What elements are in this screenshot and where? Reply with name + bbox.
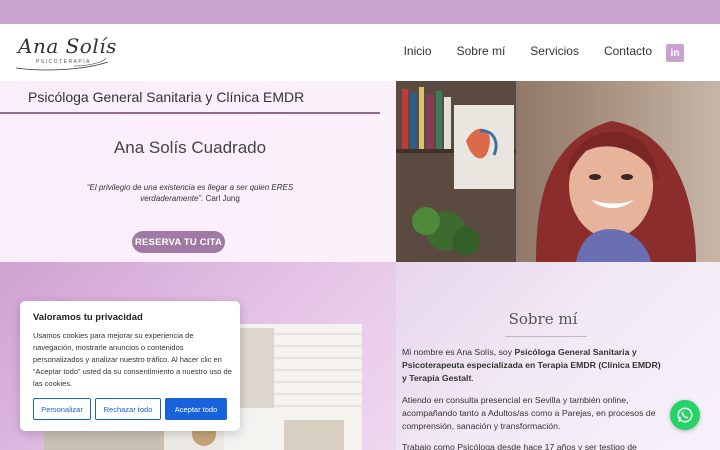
hero-quote: “El privilegio de una existencia es lleg… (60, 182, 320, 204)
about-title: Sobre mí (508, 310, 578, 328)
cookie-text: Usamos cookies para mejorar su experienc… (33, 331, 232, 388)
linkedin-icon[interactable]: in (666, 44, 684, 62)
quote-author: Carl Jung (203, 194, 240, 203)
cookie-consent-banner: Valoramos tu privacidad Usamos cookies p… (20, 301, 240, 431)
cookie-title: Valoramos tu privacidad (33, 312, 143, 323)
customize-button[interactable]: Personalizar (33, 398, 91, 420)
about-p1-end: . (471, 373, 474, 383)
reject-all-button[interactable]: Rechazar todo (95, 398, 161, 420)
portrait-illustration (396, 81, 720, 262)
about-paragraph-2: Atiendo en consulta presencial en Sevill… (402, 395, 656, 431)
about-divider (505, 336, 587, 337)
about-paragraph-3: Trabajo como Psicóloga desde hace 17 año… (402, 442, 637, 450)
nav-servicios[interactable]: Servicios (530, 44, 579, 58)
nav-contacto[interactable]: Contacto (604, 44, 652, 58)
site-header: Ana Solís PSICOTERAPIA Inicio Sobre mí S… (0, 24, 720, 81)
accept-all-button[interactable]: Aceptar todo (165, 398, 227, 420)
about-p1-intro: Mi nombre es Ana Solís, soy (402, 347, 515, 357)
top-color-bar (0, 0, 720, 24)
about-paragraph-1: Mi nombre es Ana Solís, soy Psicóloga Ge… (402, 346, 662, 385)
hero-intro: Psicóloga General Sanitaria y Clínica EM… (0, 81, 396, 262)
whatsapp-icon[interactable] (670, 400, 700, 430)
hero-divider (0, 112, 380, 114)
quote-text: “El privilegio de una existencia es lleg… (86, 183, 294, 203)
book-appointment-button[interactable]: RESERVA TU CITA (132, 231, 225, 253)
portrait-photo (396, 81, 720, 262)
logo-subtitle: PSICOTERAPIA (36, 59, 91, 65)
logo-text: Ana Solís (18, 34, 117, 58)
site-logo[interactable]: Ana Solís PSICOTERAPIA (14, 32, 116, 74)
hero-subtitle: Psicóloga General Sanitaria y Clínica EM… (28, 89, 305, 105)
hero-name: Ana Solís Cuadrado (113, 138, 267, 157)
main-nav: Inicio Sobre mí Servicios Contacto (379, 44, 652, 58)
linkedin-label: in (670, 47, 680, 59)
whatsapp-glyph (677, 407, 693, 423)
nav-sobre-mi[interactable]: Sobre mí (457, 44, 506, 58)
nav-inicio[interactable]: Inicio (404, 44, 432, 58)
